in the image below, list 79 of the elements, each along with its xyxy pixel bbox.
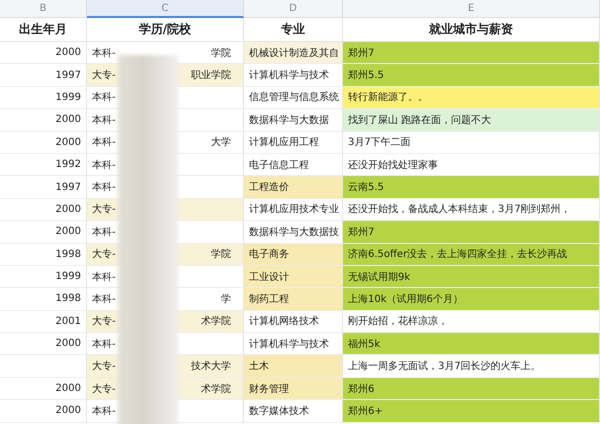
- table-cell: 2000: [0, 132, 87, 154]
- table-cell: 还没开始找，备战成人本科结束，3月7刚到郑州，: [343, 198, 600, 222]
- table-cell: 计算机网络技术: [244, 310, 343, 334]
- table-cell: 1998: [0, 288, 87, 311]
- table-cell: 1999: [0, 266, 87, 288]
- cell-text: 大专-: [92, 68, 116, 82]
- table-cell: 财务管理: [244, 378, 343, 400]
- table-cell: 还没开始找处理家事: [343, 154, 600, 176]
- cell-text: 大专-: [92, 248, 116, 262]
- table-cell: 工业设计: [244, 266, 343, 288]
- cell-text: 大专-: [92, 202, 116, 216]
- table-cell: 上海一周多无面试，3月7回长沙的火车上。: [343, 355, 600, 378]
- column-header[interactable]: B: [0, 0, 87, 18]
- column-header[interactable]: C: [87, 0, 244, 18]
- table-cell: 2000: [0, 378, 87, 400]
- table-cell: 1997: [0, 176, 87, 199]
- table-cell: 2000: [0, 109, 87, 132]
- table-cell: 1997: [0, 64, 87, 87]
- cell-text: 本科-: [92, 114, 116, 127]
- cell-text: 本科-: [92, 270, 116, 284]
- table-cell: 济南6.5offer没去，去上海四家全挂，去长沙再战: [343, 244, 600, 266]
- table-cell: 郑州6+: [343, 400, 600, 423]
- cell-text: 术学院: [201, 314, 231, 328]
- cell-text: 大学: [211, 136, 231, 150]
- table-cell: 信息管理与信息系统: [244, 86, 343, 110]
- table-cell: 数据科学与大数据: [244, 109, 343, 132]
- cell-text: 学院: [211, 46, 231, 60]
- table-cell: 计算机科学与技术: [244, 333, 343, 356]
- cell-text: 本科-: [92, 158, 116, 172]
- table-cell: 计算机应用技术专业: [244, 198, 343, 222]
- table-cell: 机械设计制造及其自: [244, 42, 343, 64]
- cell-text: 本科-: [92, 226, 116, 239]
- table-cell: 电子信息工程: [244, 154, 343, 176]
- table-cell: 工程造价: [244, 176, 343, 199]
- cell-text: 学: [221, 292, 231, 306]
- table-cell: 计算机科学与技术: [244, 64, 343, 87]
- column-header[interactable]: E: [343, 0, 600, 18]
- table-cell: 2000: [0, 198, 87, 222]
- column-header[interactable]: D: [244, 0, 343, 18]
- table-cell: 土木: [244, 355, 343, 378]
- table-cell: 2000: [0, 42, 87, 64]
- table-cell: 2000: [0, 221, 87, 244]
- table-cell: 郑州6: [343, 378, 600, 400]
- table-cell: 1992: [0, 154, 87, 176]
- cell-text: 大专-: [92, 360, 116, 374]
- table-cell: 上海10k（试用期6个月）: [343, 288, 600, 311]
- table-cell: 数字媒体技术: [244, 400, 343, 423]
- cell-text: 大专-: [92, 382, 116, 396]
- table-cell: 找到了屎山 跑路在面，问题不大: [343, 109, 600, 132]
- table-cell: 转行新能源了。。: [343, 86, 600, 110]
- cell-text: 学院: [211, 248, 231, 262]
- cell-text: 本科-: [92, 292, 116, 306]
- cell-text: 本科-: [92, 404, 116, 418]
- table-cell: 制药工程: [244, 288, 343, 311]
- table-cell: 刚开始招，花样凉凉，: [343, 310, 600, 334]
- cell-text: 本科-: [92, 180, 116, 194]
- table-cell: 无锡试用期9k: [343, 266, 600, 288]
- cell-text: 技术大学: [191, 360, 231, 374]
- cell-text: 本科-: [92, 46, 116, 60]
- table-cell: 计算机应用工程: [244, 132, 343, 154]
- cell-text: 职业学院: [191, 68, 231, 82]
- table-cell: 云南5.5: [343, 176, 600, 199]
- cell-text: 本科-: [92, 136, 116, 150]
- table-cell: 电子商务: [244, 244, 343, 266]
- table-cell: 数据科学与大数据技: [244, 221, 343, 244]
- cell-text: 大专-: [92, 314, 116, 328]
- table-cell: 2000: [0, 400, 87, 423]
- table-cell: 郑州7: [343, 221, 600, 244]
- table-cell: 1999: [0, 86, 87, 110]
- cell-text: 术学院: [201, 382, 231, 396]
- table-cell: 2000: [0, 333, 87, 356]
- table-cell: 3月7下午二面: [343, 132, 600, 154]
- table-cell: 郑州7: [343, 42, 600, 64]
- table-cell: 2001: [0, 310, 87, 334]
- cell-text: 本科-: [92, 90, 116, 104]
- table-cell: 1998: [0, 244, 87, 266]
- table-cell: 福州5k: [343, 333, 600, 356]
- table-cell: 郑州5.5: [343, 64, 600, 87]
- cell-text: 本科-: [92, 338, 116, 351]
